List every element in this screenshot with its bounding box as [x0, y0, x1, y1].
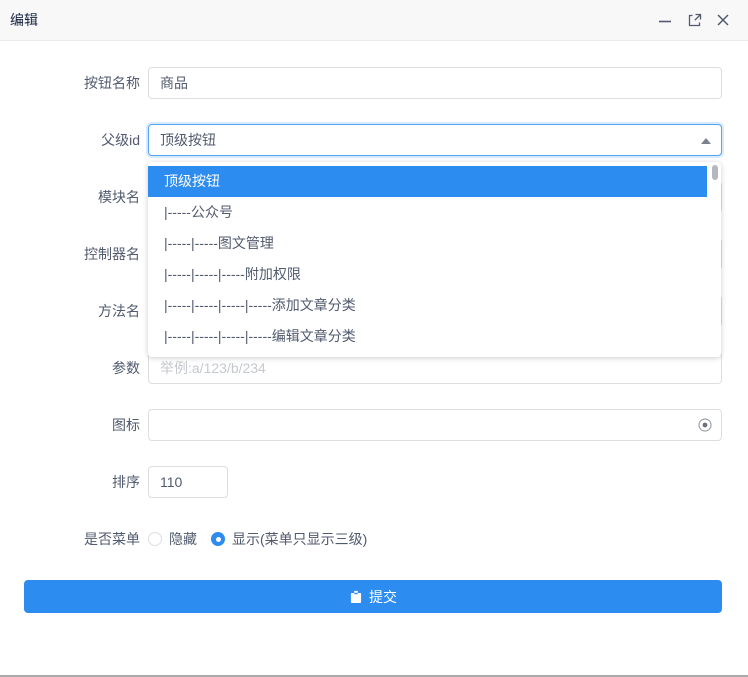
minimize-button[interactable] — [657, 12, 673, 28]
form-row-icon: 图标 — [0, 409, 722, 441]
radio-checked-icon — [211, 532, 225, 546]
form-row-parent-id: 父级id 顶级按钮 — [0, 124, 722, 156]
submit-button-label: 提交 — [369, 587, 397, 607]
clipboard-icon — [349, 590, 363, 604]
icon-input[interactable] — [148, 409, 722, 441]
is-menu-label: 是否菜单 — [0, 523, 140, 555]
radio-show[interactable]: 显示(菜单只显示三级) — [211, 529, 367, 549]
dropdown-scrollbar-thumb[interactable] — [712, 165, 718, 180]
dropdown-option[interactable]: |-----|-----图文管理 — [148, 228, 707, 259]
maximize-button[interactable] — [686, 12, 702, 28]
dropdown-option[interactable]: |-----|-----|-----|-----添加文章分类 — [148, 290, 707, 321]
radio-hide-label: 隐藏 — [169, 529, 197, 549]
sort-input[interactable] — [148, 466, 228, 498]
close-button[interactable] — [715, 12, 731, 28]
params-label: 参数 — [0, 352, 140, 384]
dropdown-option[interactable]: |-----|-----|-----|-----编辑文章分类 — [148, 321, 707, 352]
button-name-input[interactable] — [148, 67, 722, 99]
method-name-label: 方法名 — [0, 295, 140, 327]
parent-id-label: 父级id — [0, 124, 140, 156]
radio-hide[interactable]: 隐藏 — [148, 529, 197, 549]
parent-id-selected-value: 顶级按钮 — [160, 130, 216, 150]
form-row-is-menu: 是否菜单 隐藏 显示(菜单只显示三级) — [0, 523, 722, 555]
icon-label: 图标 — [0, 409, 140, 441]
submit-button[interactable]: 提交 — [24, 580, 722, 613]
module-name-label: 模块名 — [0, 181, 140, 213]
parent-id-select[interactable]: 顶级按钮 — [148, 124, 722, 156]
window-controls — [657, 12, 731, 28]
controller-name-label: 控制器名 — [0, 238, 140, 270]
minimize-icon — [658, 13, 672, 27]
button-name-label: 按钮名称 — [0, 67, 140, 99]
dropdown-option[interactable]: |-----公众号 — [148, 197, 707, 228]
close-icon — [716, 13, 730, 27]
parent-id-dropdown: 顶级按钮 |-----公众号 |-----|-----图文管理 |-----|-… — [148, 162, 721, 357]
form-row-button-name: 按钮名称 — [0, 67, 722, 99]
aim-circle-dot-icon[interactable] — [697, 417, 713, 433]
is-menu-radio-group: 隐藏 显示(菜单只显示三级) — [148, 523, 722, 555]
caret-up-icon — [701, 138, 711, 144]
sort-label: 排序 — [0, 466, 140, 498]
fullscreen-expand-icon — [687, 13, 702, 28]
dialog-title: 编辑 — [10, 10, 38, 30]
dropdown-option[interactable]: |-----|-----|-----附加权限 — [148, 259, 707, 290]
radio-show-label: 显示(菜单只显示三级) — [232, 529, 367, 549]
edit-dialog: 编辑 按钮名称 父级id — [0, 0, 748, 677]
form-row-sort: 排序 — [0, 466, 722, 498]
radio-unchecked-icon — [148, 532, 162, 546]
dropdown-option[interactable]: 顶级按钮 — [148, 166, 707, 197]
dialog-titlebar: 编辑 — [0, 0, 748, 41]
